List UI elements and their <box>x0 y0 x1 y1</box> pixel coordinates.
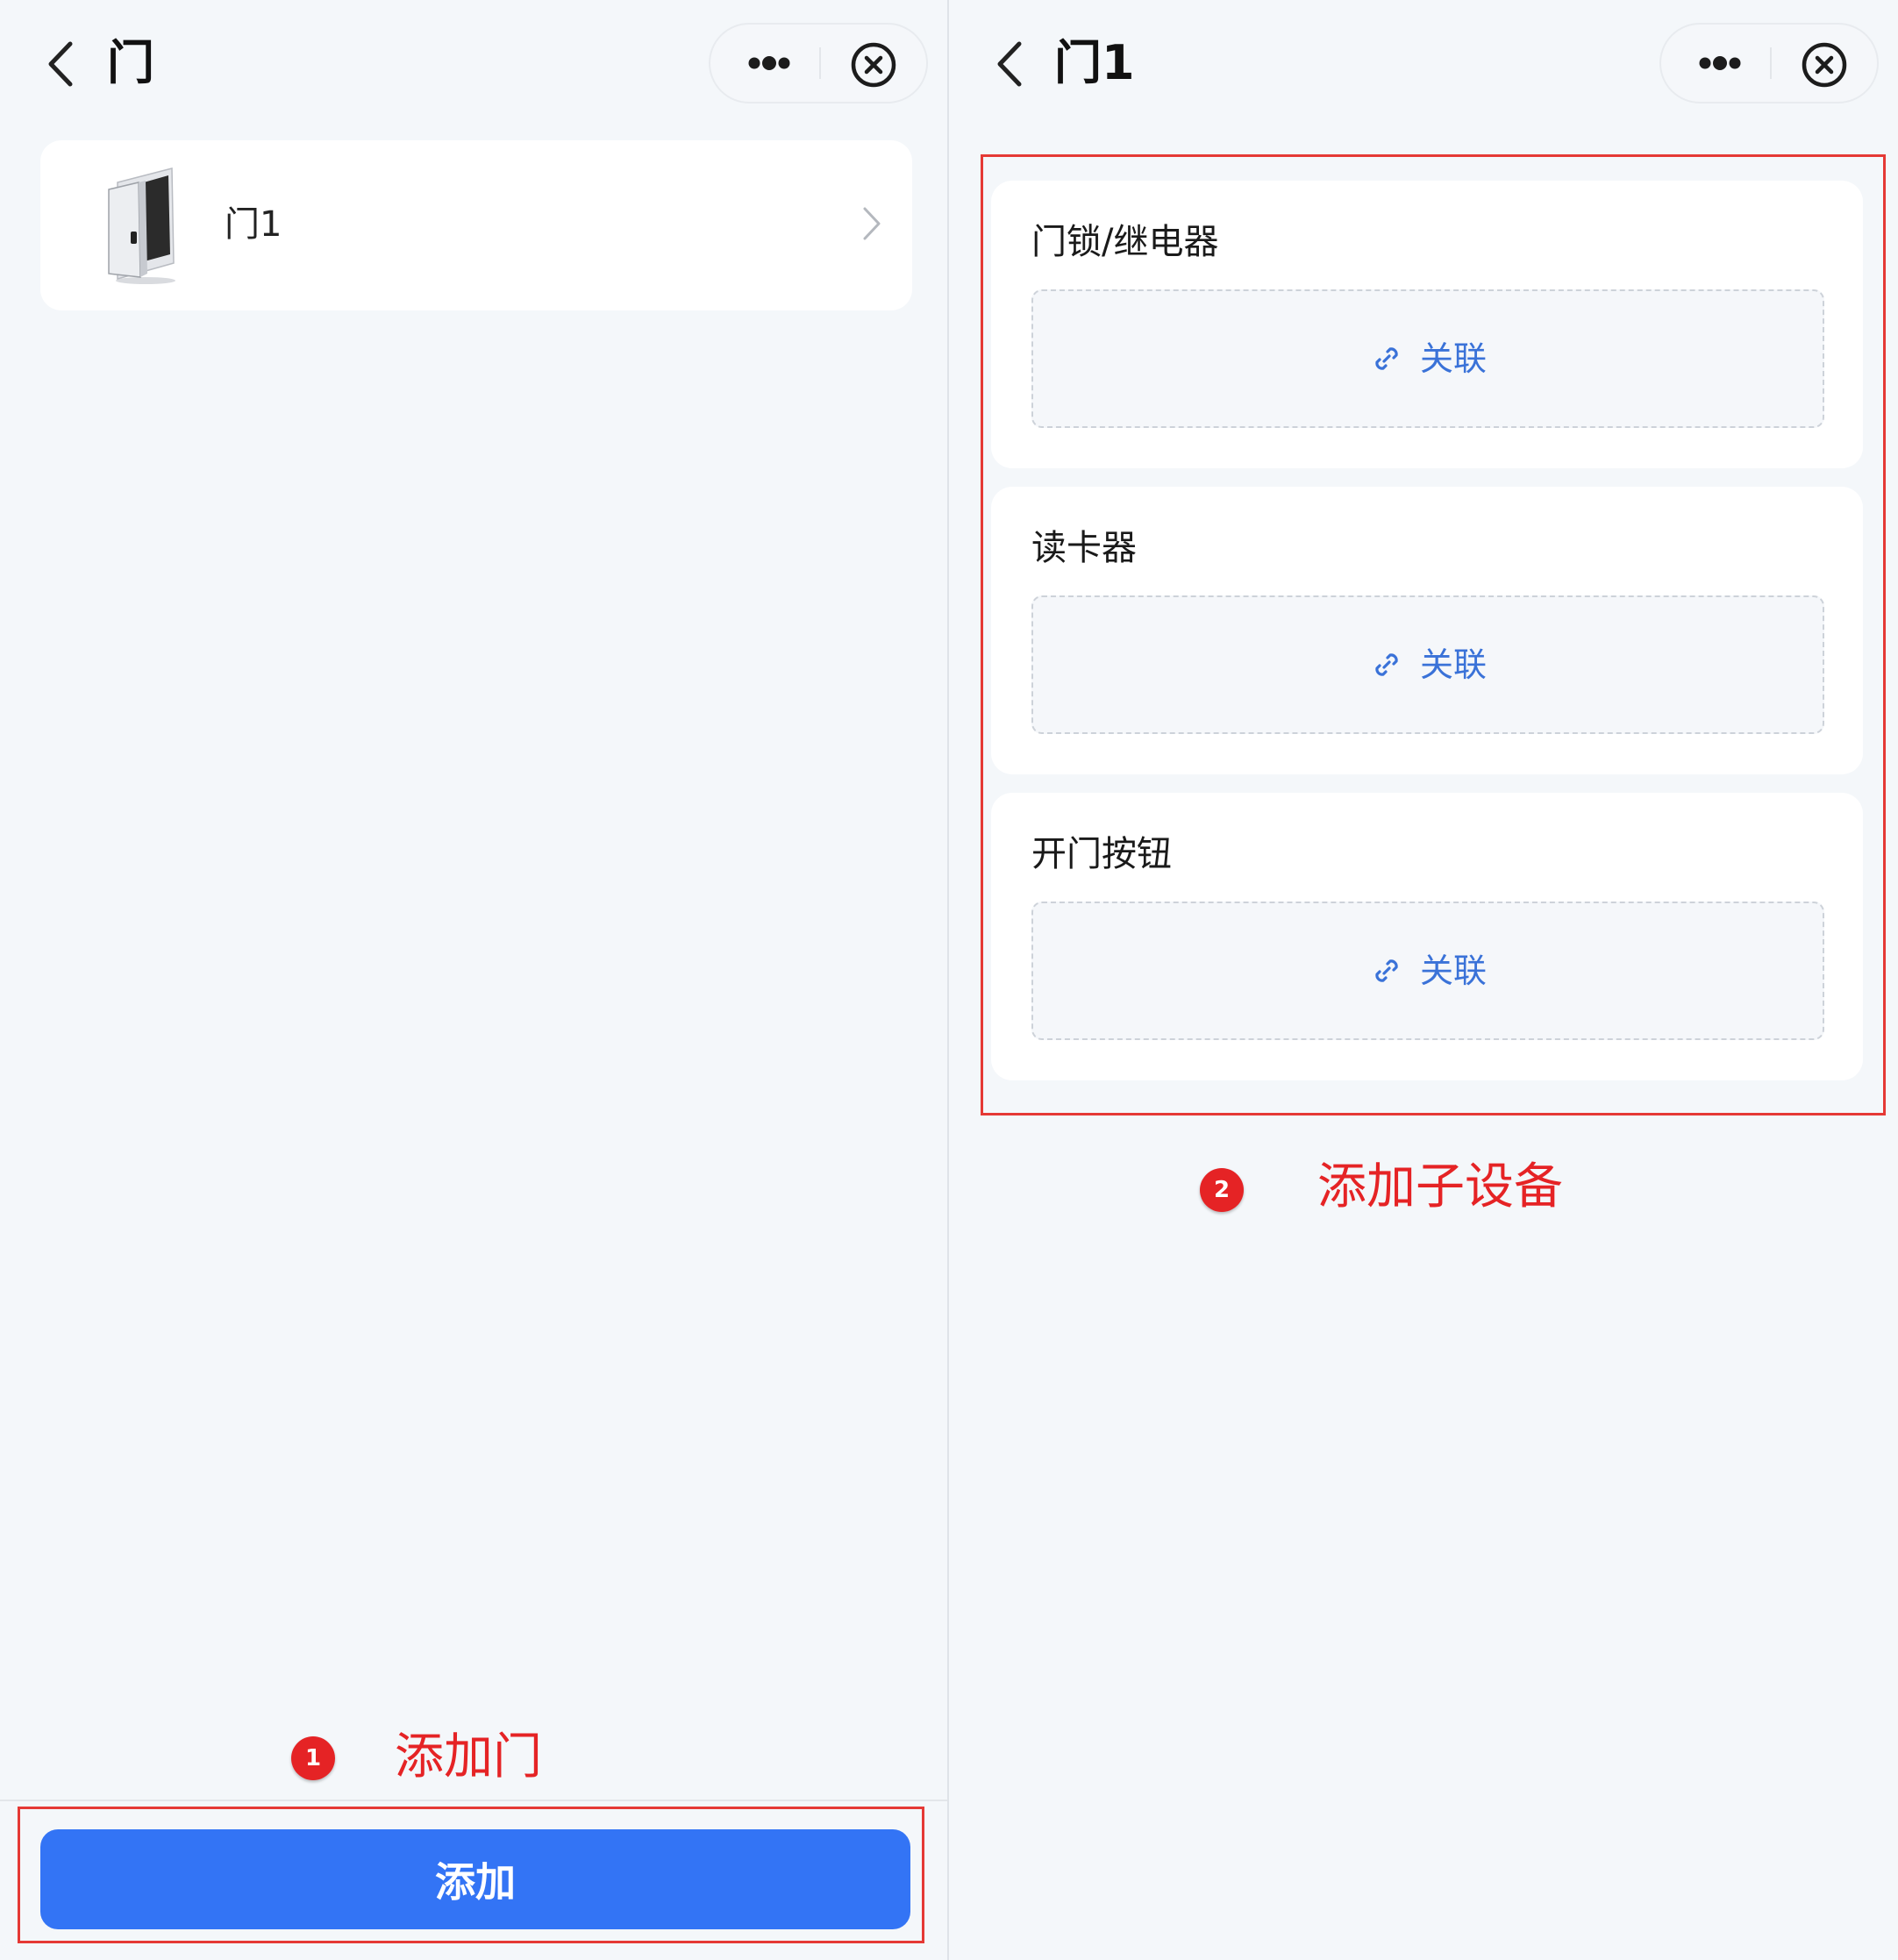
link-exit-button-button[interactable]: 关联 <box>1031 902 1824 1040</box>
more-button[interactable] <box>730 39 809 88</box>
link-icon <box>1375 959 1398 982</box>
back-button[interactable] <box>32 33 93 95</box>
capsule-divider <box>1770 47 1772 79</box>
more-button[interactable] <box>1680 39 1759 88</box>
close-button[interactable] <box>847 39 900 91</box>
capsule-divider <box>819 47 821 79</box>
callout-text: 添加子设备 <box>1317 1158 1563 1215</box>
more-dots-icon <box>1699 56 1741 70</box>
exit-button-section: 开门按钮 关联 <box>991 793 1863 1080</box>
link-icon <box>1375 653 1398 676</box>
door-icon <box>100 163 196 286</box>
close-circle-icon <box>1802 42 1847 88</box>
chevron-right-icon <box>863 207 881 240</box>
back-arrow-icon <box>997 41 1022 87</box>
mini-program-capsule <box>709 23 928 103</box>
back-button[interactable] <box>981 33 1042 95</box>
link-icon <box>1375 347 1398 370</box>
door-list-item[interactable]: 门1 <box>40 140 912 310</box>
nav-bar: 门1 <box>949 0 1898 123</box>
nav-bar: 门 <box>0 0 947 123</box>
link-card-reader-button[interactable]: 关联 <box>1031 595 1824 734</box>
close-circle-icon <box>851 42 896 88</box>
back-arrow-icon <box>48 41 73 87</box>
door-detail-screen: 门1 门锁/继电器 关联 读卡器 关联 开门按钮 关联 2 添加子设备 <box>949 0 1898 1960</box>
lock-relay-section: 门锁/继电器 关联 <box>991 181 1863 468</box>
add-door-button[interactable]: 添加 <box>40 1829 910 1929</box>
card-reader-section: 读卡器 关联 <box>991 487 1863 774</box>
mini-program-capsule <box>1659 23 1879 103</box>
section-title: 开门按钮 <box>1031 834 1172 874</box>
link-label: 关联 <box>1419 645 1487 684</box>
more-dots-icon <box>748 56 790 70</box>
link-lock-relay-button[interactable]: 关联 <box>1031 289 1824 428</box>
door-list-screen: 门 门1 1 添加门 添加 <box>0 0 949 1960</box>
section-title: 门锁/继电器 <box>1031 222 1219 262</box>
link-label: 关联 <box>1419 951 1487 990</box>
door-name: 门1 <box>225 204 282 245</box>
callout-badge: 1 <box>291 1736 335 1780</box>
page-title: 门1 <box>1054 35 1135 90</box>
close-button[interactable] <box>1798 39 1851 91</box>
link-label: 关联 <box>1419 339 1487 378</box>
callout-badge: 2 <box>1200 1168 1244 1212</box>
page-title: 门 <box>107 35 154 90</box>
footer-divider <box>0 1800 947 1801</box>
section-title: 读卡器 <box>1031 528 1137 568</box>
callout-text: 添加门 <box>395 1728 542 1785</box>
